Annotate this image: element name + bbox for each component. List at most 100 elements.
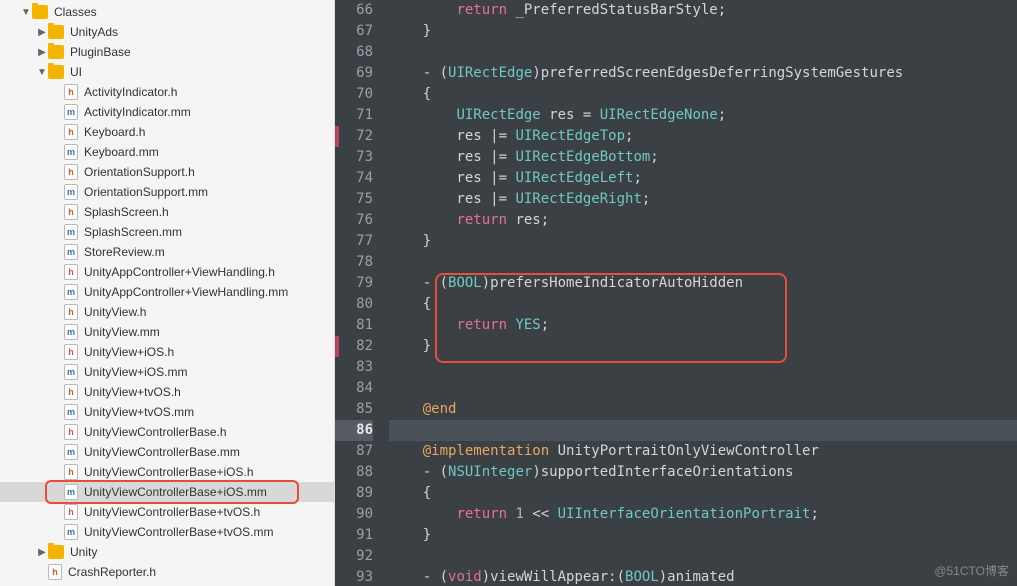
tree-item[interactable]: h SplashScreen.h (0, 202, 334, 222)
tree-label: UnityView+iOS.mm (84, 365, 187, 379)
tree-item[interactable]: mSplashScreen.mm (0, 222, 334, 242)
tree-label: ActivityIndicator.h (84, 85, 177, 99)
code-line[interactable]: return 1 << UIInterfaceOrientationPortra… (389, 504, 1017, 525)
code-line[interactable]: UIRectEdge res = UIRectEdgeNone; (389, 105, 1017, 126)
folder-icon (48, 65, 64, 79)
tree-label: UI (70, 65, 82, 79)
code-line[interactable]: } (389, 231, 1017, 252)
tree-item[interactable]: ▶UnityAds (0, 22, 334, 42)
file-icon: h (64, 304, 78, 320)
tree-label: SplashScreen.mm (84, 225, 182, 239)
code-line[interactable]: @end (389, 399, 1017, 420)
file-icon: m (64, 184, 78, 200)
tree-item[interactable]: mStoreReview.m (0, 242, 334, 262)
tree-label: ActivityIndicator.mm (84, 105, 191, 119)
line-number: 92 (335, 546, 373, 567)
tree-label: UnityViewControllerBase+tvOS.h (84, 505, 260, 519)
tree-item[interactable]: hUnityViewControllerBase+iOS.h (0, 462, 334, 482)
tree-item[interactable]: mKeyboard.mm (0, 142, 334, 162)
line-number: 67 (335, 21, 373, 42)
code-line[interactable]: @implementation UnityPortraitOnlyViewCon… (389, 441, 1017, 462)
watermark-text: @51CTO博客 (934, 561, 1009, 582)
code-line[interactable] (389, 357, 1017, 378)
code-line[interactable]: { (389, 483, 1017, 504)
code-line[interactable] (389, 420, 1017, 441)
disclosure-triangle-icon[interactable]: ▶ (36, 547, 48, 558)
tree-item[interactable]: mUnityView+tvOS.mm (0, 402, 334, 422)
code-line[interactable]: return _PreferredStatusBarStyle; (389, 0, 1017, 21)
tree-label: UnityView+tvOS.mm (84, 405, 194, 419)
tree-item[interactable]: m UnityView+iOS.mm (0, 362, 334, 382)
file-icon: h (64, 504, 78, 520)
tree-item[interactable]: mOrientationSupport.mm (0, 182, 334, 202)
code-line[interactable] (389, 546, 1017, 567)
code-line[interactable]: return res; (389, 210, 1017, 231)
tree-item[interactable]: mUnityView.mm (0, 322, 334, 342)
code-line[interactable]: } (389, 336, 1017, 357)
code-line[interactable]: - (BOOL)prefersHomeIndicatorAutoHidden (389, 273, 1017, 294)
tree-item[interactable]: hUnityViewControllerBase.h (0, 422, 334, 442)
file-icon: m (64, 244, 78, 260)
tree-item[interactable]: mActivityIndicator.mm (0, 102, 334, 122)
code-line[interactable]: } (389, 21, 1017, 42)
tree-item[interactable]: ▶Unity (0, 542, 334, 562)
file-icon: m (64, 284, 78, 300)
tree-item[interactable]: hUnityAppController+ViewHandling.h (0, 262, 334, 282)
tree-label: UnityView+iOS.h (84, 345, 174, 359)
tree-item[interactable]: mUnityViewControllerBase.mm (0, 442, 334, 462)
code-line[interactable]: return YES; (389, 315, 1017, 336)
code-line[interactable]: - (void)viewWillAppear:(BOOL)animated (389, 567, 1017, 586)
line-number: 80 (335, 294, 373, 315)
code-line[interactable]: res |= UIRectEdgeBottom; (389, 147, 1017, 168)
line-number: 85 (335, 399, 373, 420)
file-icon: h (64, 84, 78, 100)
tree-label: UnityView.mm (84, 325, 160, 339)
tree-item[interactable]: hOrientationSupport.h (0, 162, 334, 182)
tree-item[interactable]: hUnityView.h (0, 302, 334, 322)
file-icon: h (64, 164, 78, 180)
code-area[interactable]: return _PreferredStatusBarStyle; } - (UI… (383, 0, 1017, 586)
tree-item[interactable]: hCrashReporter.h (0, 562, 334, 582)
tree-label: SplashScreen.h (84, 205, 169, 219)
disclosure-triangle-icon[interactable]: ▼ (36, 67, 48, 78)
code-line[interactable]: { (389, 84, 1017, 105)
file-navigator[interactable]: ▼ Classes ▶UnityAds▶PluginBase ▼ UI h Activi… (0, 0, 335, 586)
tree-item[interactable]: mUnityAppController+ViewHandling.mm (0, 282, 334, 302)
tree-item[interactable]: hUnityView+iOS.h (0, 342, 334, 362)
disclosure-triangle-icon[interactable]: ▶ (36, 47, 48, 58)
disclosure-triangle-icon[interactable]: ▼ (20, 7, 32, 18)
tree-label: UnityViewControllerBase.mm (84, 445, 240, 459)
file-icon: m (64, 484, 78, 500)
code-line[interactable]: - (UIRectEdge)preferredScreenEdgesDeferr… (389, 63, 1017, 84)
file-icon: m (64, 364, 78, 380)
line-number: 73 (335, 147, 373, 168)
folder-classes[interactable]: ▼ Classes (0, 2, 334, 22)
tree-item[interactable]: hKeyboard.h (0, 122, 334, 142)
code-line[interactable]: { (389, 294, 1017, 315)
code-line[interactable]: res |= UIRectEdgeLeft; (389, 168, 1017, 189)
line-number: 77 (335, 231, 373, 252)
tree-label: UnityViewControllerBase+tvOS.mm (84, 525, 274, 539)
tree-item[interactable]: ▼ UI (0, 62, 334, 82)
code-line[interactable] (389, 252, 1017, 273)
folder-icon (48, 25, 64, 39)
tree-label: Classes (54, 5, 97, 19)
tree-item[interactable]: hUnityView+tvOS.h (0, 382, 334, 402)
tree-item[interactable]: mUnityViewControllerBase+iOS.mm (0, 482, 334, 502)
tree-item[interactable]: ▶PluginBase (0, 42, 334, 62)
line-number: 89 (335, 483, 373, 504)
tree-item[interactable]: h ActivityIndicator.h (0, 82, 334, 102)
line-number: 87 (335, 441, 373, 462)
code-line[interactable]: res |= UIRectEdgeTop; (389, 126, 1017, 147)
disclosure-triangle-icon[interactable]: ▶ (36, 27, 48, 38)
file-icon: h (64, 204, 78, 220)
tree-item[interactable]: h UnityViewControllerBase+tvOS.h (0, 502, 334, 522)
code-line[interactable] (389, 378, 1017, 399)
code-line[interactable]: } (389, 525, 1017, 546)
code-editor[interactable]: 6667686970717273747576777879808182838485… (335, 0, 1017, 586)
file-icon: m (64, 524, 78, 540)
code-line[interactable] (389, 42, 1017, 63)
code-line[interactable]: - (NSUInteger)supportedInterfaceOrientat… (389, 462, 1017, 483)
code-line[interactable]: res |= UIRectEdgeRight; (389, 189, 1017, 210)
tree-item[interactable]: m UnityViewControllerBase+tvOS.mm (0, 522, 334, 542)
